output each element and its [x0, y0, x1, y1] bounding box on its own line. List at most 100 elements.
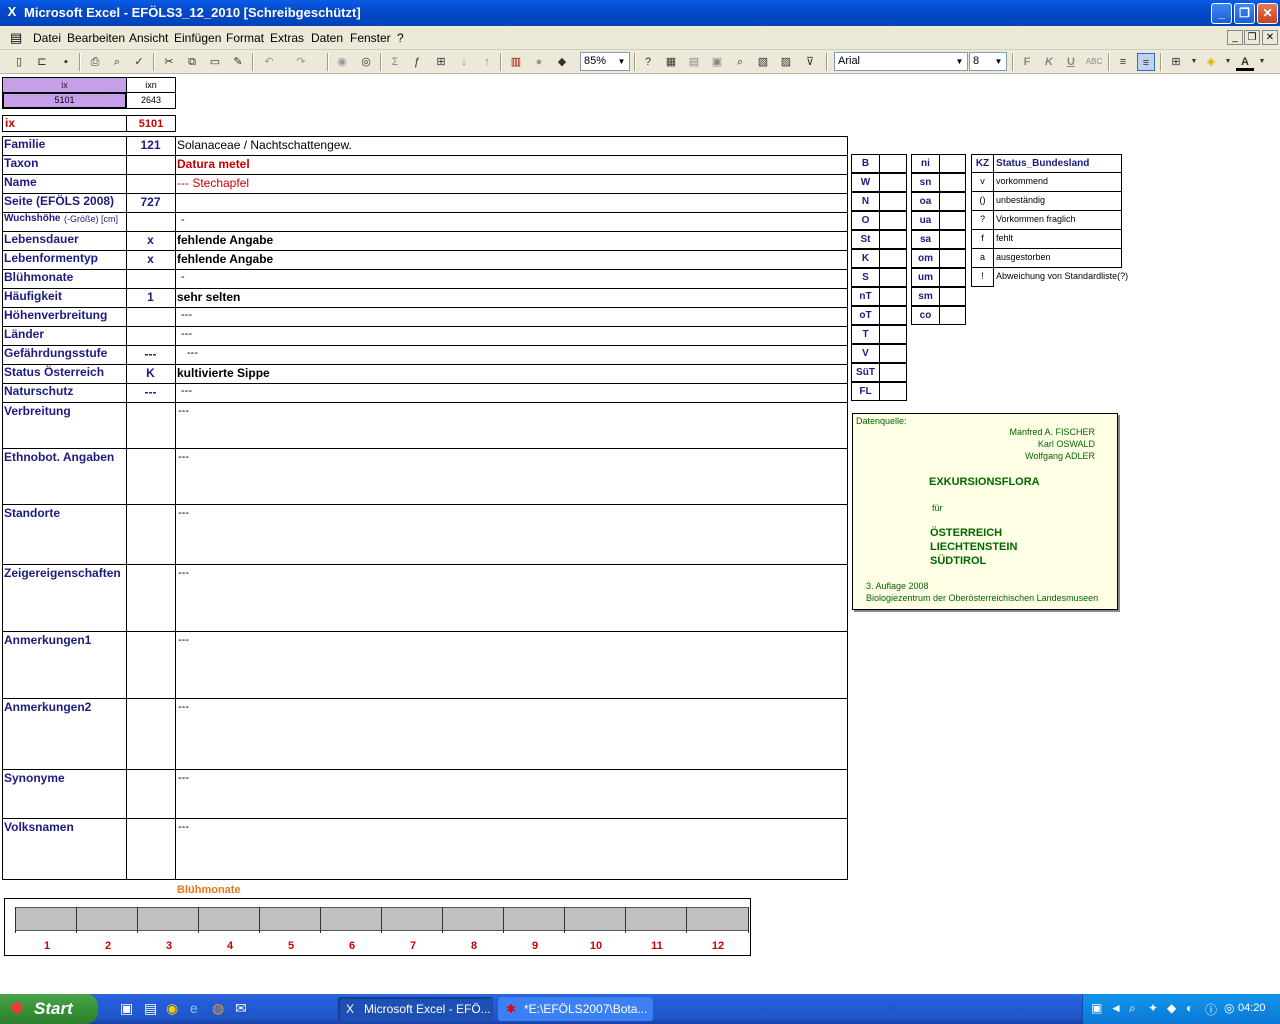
chevron-down-icon[interactable]: ▼ [615, 54, 628, 69]
status-value-cell[interactable] [880, 363, 907, 382]
sort-ascending-icon[interactable]: ↓ [455, 53, 473, 71]
row-code[interactable]: 727 [126, 195, 175, 209]
filter-icon[interactable]: ⊽ [801, 53, 819, 71]
security-icon[interactable]: ✦ [1148, 1001, 1158, 1015]
drawing-icon[interactable]: ◆ [553, 53, 571, 71]
update-icon[interactable]: ◐ [1186, 1001, 1193, 1015]
status-value-cell[interactable] [940, 249, 966, 268]
row-code[interactable]: 121 [126, 138, 175, 152]
cut-icon[interactable]: ✂ [160, 53, 178, 71]
row-value[interactable]: --- [178, 634, 189, 646]
menu-ansicht[interactable]: Ansicht [129, 31, 168, 45]
menu-format[interactable]: Format [226, 31, 264, 45]
clock[interactable]: 04:20 [1238, 1002, 1266, 1014]
hyperlink-icon[interactable]: ◉ [333, 53, 351, 71]
search-icon[interactable]: ⌕ [1129, 1001, 1136, 1016]
doc-restore-button[interactable]: ❐ [1244, 30, 1260, 45]
row-value[interactable]: --- [178, 451, 189, 463]
tool-a-icon[interactable]: ▦ [662, 53, 680, 71]
underline-button[interactable]: U [1062, 53, 1080, 71]
row-value[interactable]: --- [178, 567, 189, 579]
minimize-button[interactable]: _ [1211, 3, 1232, 24]
bold-button[interactable]: F [1018, 53, 1036, 71]
status-value-cell[interactable] [880, 173, 907, 192]
row-value[interactable]: Datura metel [177, 157, 250, 171]
spelling-icon[interactable]: ✓ [130, 53, 148, 71]
task-editor[interactable]: ✱ *E:\EFÖLS2007\Bota... [498, 997, 653, 1021]
align-justify-icon[interactable]: ≡ [1137, 53, 1155, 71]
network-icon[interactable]: ▣ [1091, 1001, 1102, 1015]
workbook-icon[interactable]: ▤ [10, 30, 26, 46]
mail-icon[interactable]: ✉ [235, 1000, 247, 1017]
close-button[interactable]: ✕ [1257, 3, 1278, 24]
insert-function-icon[interactable]: ⊞ [432, 53, 450, 71]
status-value-cell[interactable] [880, 325, 907, 344]
status-value-cell[interactable] [940, 192, 966, 211]
row-value[interactable]: --- [187, 347, 198, 359]
tray-app-icon[interactable]: ◎ [1224, 1001, 1234, 1015]
menu-datei[interactable]: Datei [33, 31, 61, 45]
tool-c-icon[interactable]: ▣ [708, 53, 726, 71]
lookup-ix-cell[interactable]: 5101 [2, 92, 127, 109]
row-code[interactable]: --- [126, 347, 175, 361]
row-value[interactable]: --- [181, 309, 192, 321]
menu-bearbeiten[interactable]: Bearbeiten [67, 31, 125, 45]
row-value[interactable]: --- [181, 385, 192, 397]
speaker-icon[interactable]: ◄ [1110, 1001, 1122, 1015]
menu-fenster[interactable]: Fenster [350, 31, 391, 45]
chevron-down-icon[interactable]: ▼ [1219, 53, 1237, 71]
tool-d-icon[interactable]: ▧ [754, 53, 772, 71]
doc-minimize-button[interactable]: _ [1227, 30, 1243, 45]
row-value[interactable]: --- [178, 772, 189, 784]
window-titlebar[interactable]: X Microsoft Excel - EFÖLS3_12_2010 [Schr… [0, 0, 1280, 26]
status-value-cell[interactable] [940, 230, 966, 249]
status-value-cell[interactable] [880, 192, 907, 211]
status-value-cell[interactable] [880, 382, 907, 401]
restore-button[interactable]: ❐ [1234, 3, 1255, 24]
align-left-icon[interactable]: ≡ [1114, 53, 1132, 71]
row-value[interactable]: fehlende Angabe [177, 233, 273, 247]
chevron-down-icon[interactable]: ▼ [1253, 53, 1271, 71]
row-value[interactable]: --- [178, 405, 189, 417]
status-value-cell[interactable] [880, 268, 907, 287]
row-code[interactable]: x [126, 233, 175, 247]
open-icon[interactable]: ⊏ [33, 53, 51, 71]
chevron-down-icon[interactable]: ▼ [1185, 53, 1203, 71]
row-value[interactable]: --- Stechapfel [177, 176, 249, 190]
font-size-select[interactable]: 8 ▼ [969, 52, 1007, 71]
row-value[interactable]: --- [181, 328, 192, 340]
row-value[interactable]: sehr selten [177, 290, 240, 304]
row-code[interactable]: --- [126, 385, 175, 399]
row-value[interactable]: --- [178, 507, 189, 519]
row-value[interactable]: fehlende Angabe [177, 252, 273, 266]
row-code[interactable]: 1 [126, 290, 175, 304]
italic-button[interactable]: K [1040, 53, 1058, 71]
desktop-icon[interactable]: ▣ [120, 1000, 133, 1017]
font-select[interactable]: Arial ▼ [834, 52, 968, 71]
lookup-ixn-cell[interactable]: 2643 [126, 92, 176, 109]
firefox-icon[interactable]: ◍ [212, 1000, 224, 1017]
chevron-down-icon[interactable]: ▼ [953, 54, 966, 69]
print-preview-icon[interactable]: ⌕ [108, 53, 126, 71]
status-value-cell[interactable] [940, 173, 966, 192]
task-excel[interactable]: X Microsoft Excel - EFÖ... [338, 997, 493, 1021]
status-value-cell[interactable] [880, 306, 907, 325]
row-value[interactable]: - [181, 271, 185, 283]
map-icon[interactable]: ● [530, 53, 548, 71]
menu-einfuegen[interactable]: Einfügen [174, 31, 221, 45]
row-value[interactable]: --- [178, 821, 189, 833]
worksheet[interactable]: ix ixn 5101 2643 ix 5101 Familie 121 Solan… [0, 75, 1280, 990]
chevron-down-icon[interactable]: ▼ [992, 54, 1005, 69]
autosum-icon[interactable]: Σ [386, 53, 404, 71]
row-code[interactable]: K [126, 366, 175, 380]
status-value-cell[interactable] [940, 211, 966, 230]
row-value[interactable]: kultivierte Sippe [177, 366, 270, 380]
row-code[interactable]: x [126, 252, 175, 266]
menu-daten[interactable]: Daten [311, 31, 343, 45]
doc-close-button[interactable]: ✕ [1262, 30, 1278, 45]
media-icon[interactable]: ◉ [166, 1000, 178, 1017]
row-value[interactable]: - [181, 214, 185, 226]
menu-extras[interactable]: Extras [270, 31, 304, 45]
strikethrough-icon[interactable]: ABC [1085, 53, 1103, 71]
row-value[interactable]: --- [178, 701, 189, 713]
